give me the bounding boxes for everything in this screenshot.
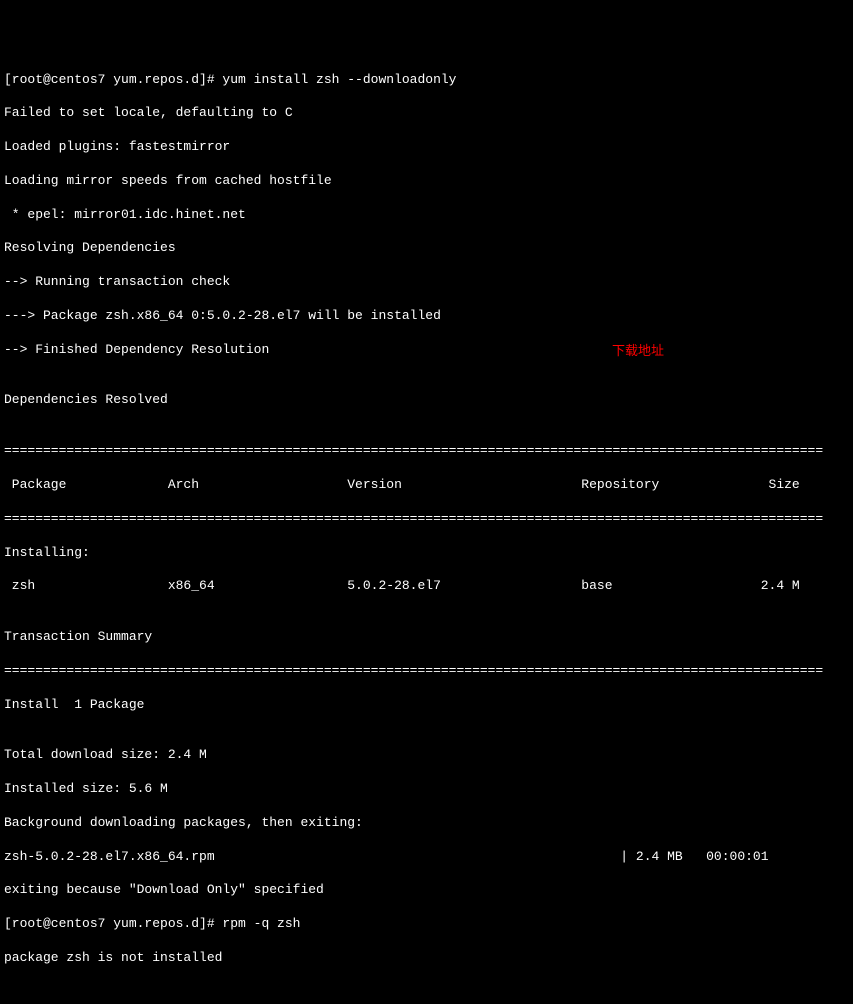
plugins-line: Loaded plugins: fastestmirror xyxy=(4,139,849,156)
download-progress: zsh-5.0.2-28.el7.x86_64.rpm | 2.4 MB 00:… xyxy=(4,849,849,866)
table-rule-mid: ========================================… xyxy=(4,511,849,528)
prompt-line-rpm-query: [root@centos7 yum.repos.d]# rpm -q zsh xyxy=(4,916,849,933)
exiting-reason: exiting because "Download Only" specifie… xyxy=(4,882,849,899)
mirror-loading: Loading mirror speeds from cached hostfi… xyxy=(4,173,849,190)
table-row: zsh x86_64 5.0.2-28.el7 base 2.4 M xyxy=(4,578,849,595)
total-download-size: Total download size: 2.4 M xyxy=(4,747,849,764)
table-header: Package Arch Version Repository Size xyxy=(4,477,849,494)
installed-size: Installed size: 5.6 M xyxy=(4,781,849,798)
annotation-download-address: 下载地址 xyxy=(612,343,664,360)
finished-resolution: --> Finished Dependency Resolution xyxy=(4,342,849,359)
transaction-summary-header: Transaction Summary xyxy=(4,629,849,646)
table-rule-bottom: ========================================… xyxy=(4,663,849,680)
background-downloading: Background downloading packages, then ex… xyxy=(4,815,849,832)
rpm-query-result: package zsh is not installed xyxy=(4,950,849,967)
transaction-check: --> Running transaction check xyxy=(4,274,849,291)
epel-mirror: * epel: mirror01.idc.hinet.net xyxy=(4,207,849,224)
resolving-deps: Resolving Dependencies xyxy=(4,240,849,257)
table-rule-top: ========================================… xyxy=(4,443,849,460)
installing-label: Installing: xyxy=(4,545,849,562)
deps-resolved-header: Dependencies Resolved xyxy=(4,392,849,409)
install-count: Install 1 Package xyxy=(4,697,849,714)
prompt-line-yum-install: [root@centos7 yum.repos.d]# yum install … xyxy=(4,72,849,89)
package-install-line: ---> Package zsh.x86_64 0:5.0.2-28.el7 w… xyxy=(4,308,849,325)
locale-warning: Failed to set locale, defaulting to C xyxy=(4,105,849,122)
